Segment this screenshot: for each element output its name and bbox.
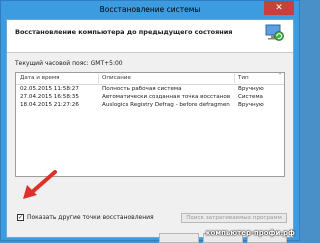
timezone-value: GMT+5:00 bbox=[90, 60, 123, 67]
restore-icon bbox=[265, 24, 284, 41]
dialog-client-area: Восстановление компьютера до предыдущего… bbox=[6, 19, 294, 243]
red-arrow-icon bbox=[23, 170, 57, 199]
sort-arrow-icon: ^ bbox=[277, 73, 283, 79]
restore-points-list[interactable]: Дата и время Описание Тип ^ 02.05.2015 1… bbox=[15, 72, 285, 177]
row-description: Автоматически созданная точка восстанове… bbox=[102, 94, 230, 100]
row-description: Полность рабочая система bbox=[102, 86, 182, 92]
column-header-description[interactable]: Описание bbox=[102, 75, 131, 81]
title-bar: Восстановление системы ✕ bbox=[1, 1, 299, 18]
row-type: Вручную bbox=[238, 102, 264, 108]
table-row[interactable]: 18.04.2015 21:27:26 Auslogics Registry D… bbox=[16, 102, 284, 110]
close-button[interactable]: ✕ bbox=[264, 1, 294, 15]
window-title: Восстановление системы bbox=[99, 5, 201, 14]
watermark-text: компьютер-профи.рф bbox=[205, 229, 295, 237]
page-heading: Восстановление компьютера до предыдущего… bbox=[15, 28, 233, 36]
row-description: Auslogics Registry Defrag - before defra… bbox=[102, 102, 230, 108]
row-type: Система bbox=[238, 94, 263, 100]
row-date: 27.04.2015 16:58:35 bbox=[20, 94, 79, 100]
column-header-date[interactable]: Дата и время bbox=[20, 75, 60, 81]
list-header: Дата и время Описание Тип ^ bbox=[16, 73, 284, 85]
system-restore-window: Восстановление системы ✕ Восстановление … bbox=[0, 0, 300, 243]
row-type: Вручную bbox=[238, 86, 264, 92]
timezone-label: Текущий часовой пояс: bbox=[15, 60, 89, 67]
show-more-points-checkbox[interactable]: ✓ bbox=[17, 214, 24, 221]
timezone-line: Текущий часовой пояс: GMT+5:00 bbox=[15, 60, 123, 67]
column-divider[interactable] bbox=[98, 74, 99, 83]
back-button[interactable] bbox=[159, 233, 199, 243]
table-row[interactable]: 02.05.2015 11:58:27 Полность рабочая сис… bbox=[16, 86, 284, 94]
row-date: 18.04.2015 21:27:26 bbox=[20, 102, 79, 108]
row-date: 02.05.2015 11:58:27 bbox=[20, 86, 79, 92]
show-more-points-label[interactable]: Показать другие точки восстановления bbox=[27, 214, 154, 221]
column-header-type[interactable]: Тип bbox=[238, 75, 249, 81]
scan-affected-programs-button[interactable]: Поиск затрагиваемых программ bbox=[181, 213, 287, 223]
column-divider[interactable] bbox=[234, 74, 235, 83]
table-row[interactable]: 27.04.2015 16:58:35 Автоматически создан… bbox=[16, 94, 284, 102]
